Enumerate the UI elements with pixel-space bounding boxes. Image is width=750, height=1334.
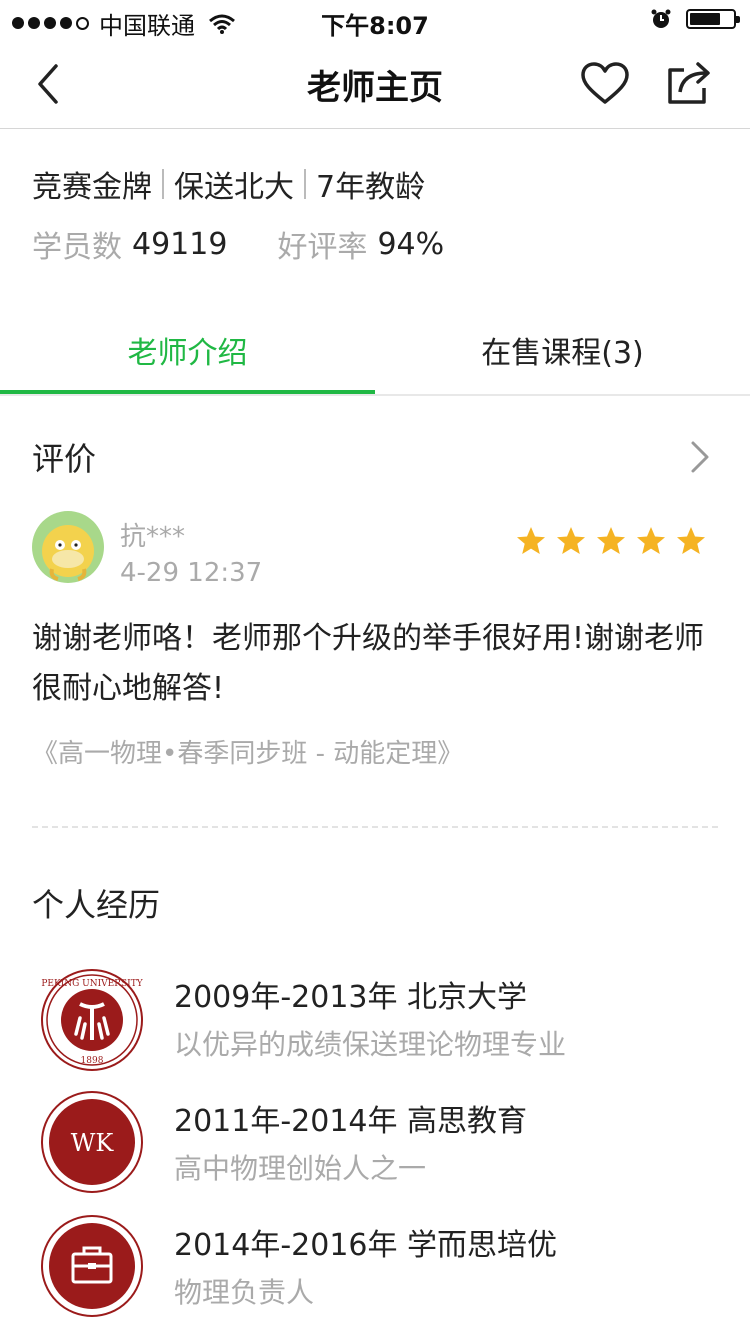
experience-section-title: 个人经历	[32, 886, 161, 924]
tab-teacher-intro[interactable]: 老师介绍	[0, 316, 375, 394]
tag-divider	[162, 169, 164, 199]
experience-desc: 物理负责人	[174, 1276, 315, 1309]
rating-stars	[516, 526, 706, 556]
duck-avatar-icon	[32, 511, 104, 583]
tag-item: 7年教龄	[316, 170, 426, 205]
svg-text:PEKING UNIVERSITY: PEKING UNIVERSITY	[41, 979, 143, 989]
review-text: 谢谢老师咯！老师那个升级的举手很好用!谢谢老师很耐心地解答!	[32, 621, 705, 706]
status-bar: 中国联通 下午8:07	[0, 0, 750, 40]
reviewer-name: 抗***	[120, 522, 186, 552]
star-icon	[597, 527, 625, 554]
rating-label: 好评率	[277, 230, 368, 265]
experience-title: 2014年-2016年 学而思培优	[174, 1228, 558, 1263]
teacher-stats: 学员数 49119 好评率 94%	[32, 222, 494, 266]
wk-logo-text: WK	[71, 1129, 115, 1157]
tab-bar: 老师介绍 在售课程(3)	[0, 316, 750, 396]
tag-item: 保送北大	[174, 170, 294, 205]
status-time: 下午8:07	[321, 12, 429, 40]
peking-university-logo-icon: PEKING UNIVERSITY 1898	[41, 969, 144, 1071]
alarm-icon	[651, 9, 671, 28]
tab-active-indicator	[0, 390, 375, 394]
battery-icon	[686, 9, 740, 29]
experience-title: 2011年-2014年 高思教育	[174, 1104, 528, 1139]
tab-courses-on-sale[interactable]: 在售课程(3)	[375, 316, 750, 394]
experience-title: 2009年-2013年 北京大学	[174, 980, 528, 1015]
avatar[interactable]	[32, 511, 104, 583]
divider	[32, 826, 718, 828]
share-icon[interactable]	[664, 60, 714, 106]
briefcase-logo-icon	[41, 1215, 143, 1317]
wk-logo-icon: WK	[41, 1091, 143, 1193]
svg-text:1898: 1898	[81, 1056, 104, 1066]
review-section-title[interactable]: 评价	[32, 434, 96, 480]
star-icon	[677, 527, 705, 554]
star-icon	[557, 527, 585, 554]
page-title: 老师主页	[307, 68, 443, 108]
star-icon	[517, 527, 545, 554]
students-value: 49119	[132, 226, 228, 262]
review-time: 4-29 12:37	[120, 558, 263, 588]
experience-desc: 以优异的成绩保送理论物理专业	[174, 1028, 567, 1061]
students-label: 学员数	[32, 230, 122, 265]
rating-value: 94%	[377, 226, 445, 262]
status-right	[650, 8, 740, 30]
review-course-link[interactable]: 《高一物理•春季同步班 - 动能定理》	[32, 733, 463, 770]
nav-bar: 老师主页	[0, 40, 750, 129]
experience-desc: 高中物理创始人之一	[174, 1152, 427, 1185]
heart-icon[interactable]	[580, 62, 630, 106]
teacher-tags: 竞赛金牌 保送北大 7年教龄	[32, 162, 425, 206]
star-icon	[637, 527, 665, 554]
tag-item: 竞赛金牌	[32, 170, 152, 205]
tag-divider	[304, 169, 306, 199]
chevron-right-icon[interactable]	[688, 440, 712, 474]
